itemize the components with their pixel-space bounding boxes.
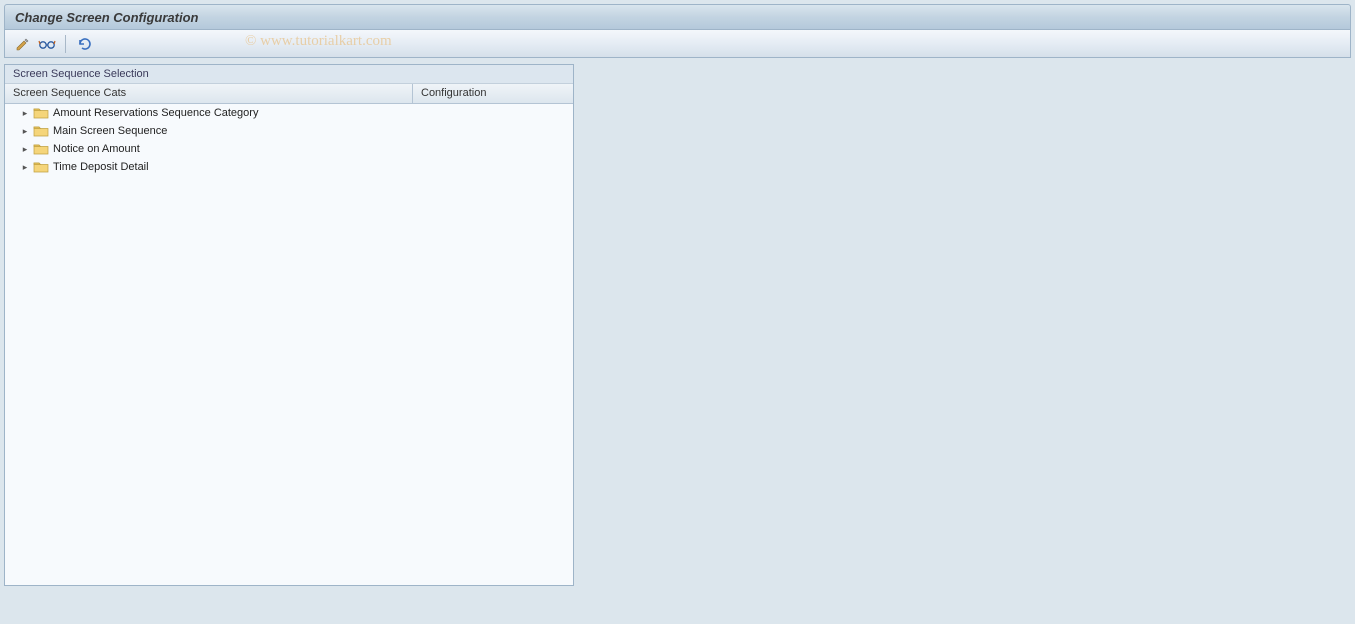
folder-icon [33, 160, 49, 174]
tree-body: ▸ Amount Reservations Sequence Category … [5, 104, 573, 585]
tree-item-time-deposit[interactable]: ▸ Time Deposit Detail [5, 158, 573, 176]
column-header-cats[interactable]: Screen Sequence Cats [5, 84, 413, 103]
tree-header: Screen Sequence Cats Configuration [5, 84, 573, 104]
page-title: Change Screen Configuration [15, 10, 198, 25]
chevron-right-icon[interactable]: ▸ [21, 127, 29, 135]
folder-icon [33, 124, 49, 138]
screen-sequence-panel: Screen Sequence Selection Screen Sequenc… [4, 64, 574, 586]
tree-item-label: Time Deposit Detail [53, 161, 149, 173]
tree-item-label: Notice on Amount [53, 143, 140, 155]
glasses-display-icon[interactable] [37, 34, 57, 54]
panel-title: Screen Sequence Selection [5, 65, 573, 84]
pencil-toggle-icon[interactable] [13, 34, 33, 54]
watermark: © www.tutorialkart.com [245, 33, 392, 50]
title-bar: Change Screen Configuration [4, 4, 1351, 30]
tree-item-label: Amount Reservations Sequence Category [53, 107, 258, 119]
toolbar-separator [65, 35, 66, 53]
tree-item-amount-reservations[interactable]: ▸ Amount Reservations Sequence Category [5, 104, 573, 122]
folder-icon [33, 106, 49, 120]
chevron-right-icon[interactable]: ▸ [21, 163, 29, 171]
content-area: Screen Sequence Selection Screen Sequenc… [4, 64, 1351, 624]
column-header-config[interactable]: Configuration [413, 84, 573, 103]
tree-item-main-screen[interactable]: ▸ Main Screen Sequence [5, 122, 573, 140]
undo-icon[interactable] [74, 34, 94, 54]
toolbar: © www.tutorialkart.com [4, 30, 1351, 58]
tree-item-label: Main Screen Sequence [53, 125, 167, 137]
chevron-right-icon[interactable]: ▸ [21, 109, 29, 117]
chevron-right-icon[interactable]: ▸ [21, 145, 29, 153]
tree-item-notice-amount[interactable]: ▸ Notice on Amount [5, 140, 573, 158]
folder-icon [33, 142, 49, 156]
